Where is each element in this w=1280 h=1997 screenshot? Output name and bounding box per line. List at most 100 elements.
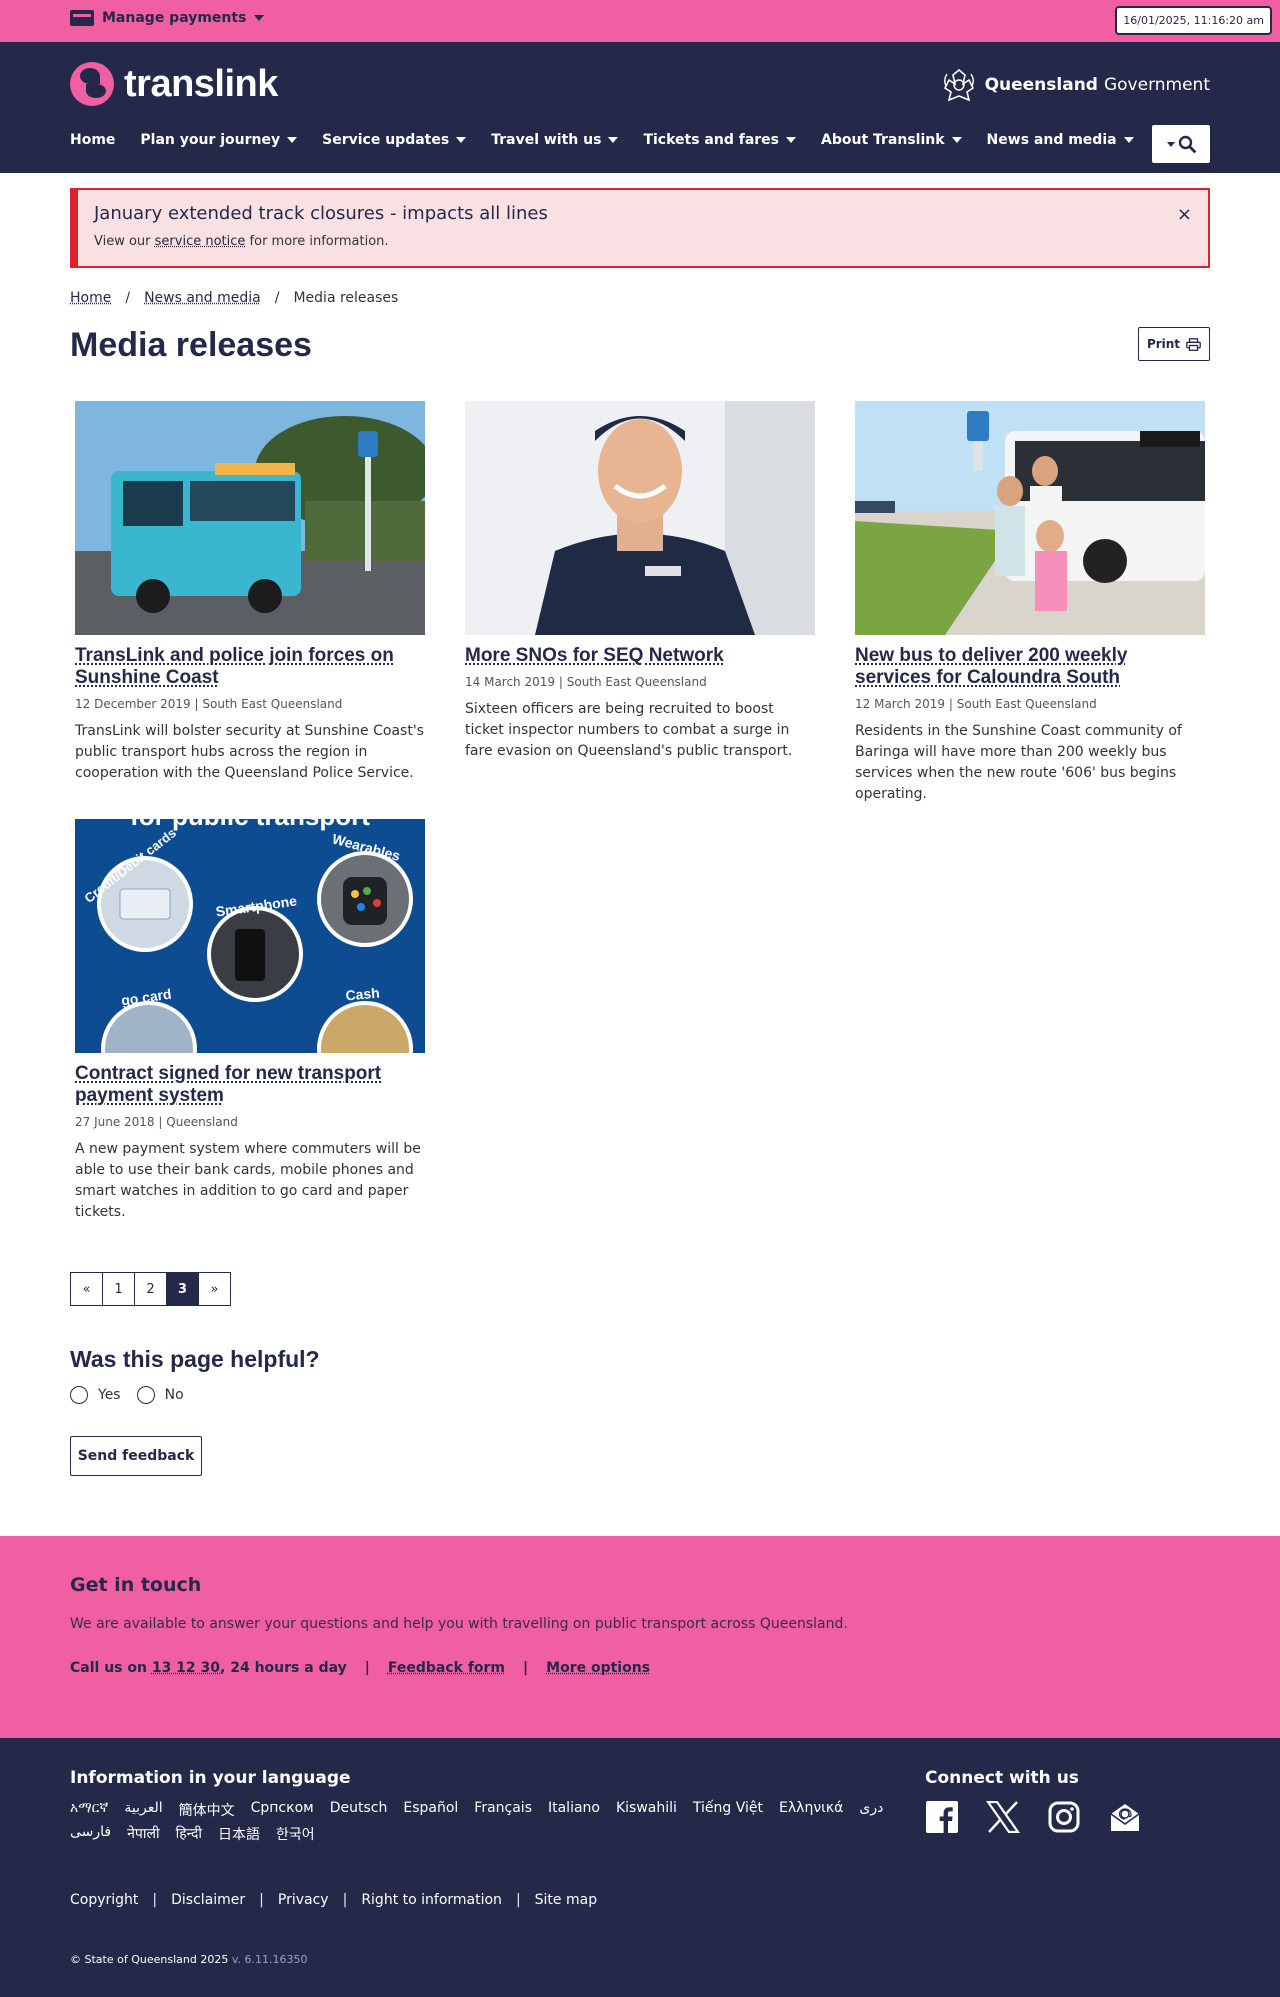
article-meta: 12 December 2019 | South East Queensland [75,697,425,711]
chevron-down-icon [608,137,619,143]
nav-service-label: Service updates [322,132,450,148]
nav-service-updates[interactable]: Service updates [322,132,467,148]
language-link-japanese[interactable]: 日本語 [218,1824,260,1844]
nav-home-label: Home [70,132,116,148]
facebook-icon[interactable] [925,1800,959,1834]
footer-link-copyright[interactable]: Copyright [70,1892,138,1908]
pagination-page-1[interactable]: 1 [102,1272,135,1306]
footer-link-right-to-information[interactable]: Right to information [361,1892,502,1908]
nav-tickets-and-fares[interactable]: Tickets and fares [643,132,796,148]
utility-bar: Manage payments 16/01/2025, 11:16:20 am [0,0,1280,42]
breadcrumb-home[interactable]: Home [70,290,111,306]
nav-home[interactable]: Home [70,132,115,148]
nav-plan-your-journey[interactable]: Plan your journey [140,132,298,148]
meta-separator: | [558,675,563,689]
call-us: Call us on 13 12 30, 24 hours a day [70,1660,347,1676]
chevron-down-icon [786,137,796,143]
chevron-down-icon [287,137,298,143]
send-feedback-button[interactable]: Send feedback [70,1436,202,1476]
article-card: New bus to deliver 200 weekly services f… [855,401,1205,805]
language-link-swahili[interactable]: Kiswahili [616,1800,677,1820]
nav-travel-with-us[interactable]: Travel with us [491,132,619,148]
no-radio[interactable] [136,1386,155,1404]
language-link-arabic[interactable]: العربية [124,1800,162,1820]
article-title-link[interactable]: Contract signed for new transport paymen… [75,1063,381,1106]
breadcrumb-current: Media releases [293,290,399,306]
manage-payments-menu[interactable]: Manage payments [70,10,265,26]
site-footer: Information in your language አማርኛ العربي… [0,1738,1280,1997]
pagination: « 1 2 3 » [70,1272,231,1306]
article-image-payment-options[interactable]: for public transport Credit/Debit cards … [75,819,425,1053]
copyright-notice: © State of Queensland 2025 v. 6.11.16350 [70,1953,307,1966]
article-title-link[interactable]: New bus to deliver 200 weekly services f… [855,645,1127,688]
meta-separator: | [948,697,953,711]
search-toggle-button[interactable] [1152,125,1210,163]
call-suffix: , 24 hours a day [220,1660,347,1676]
article-title-link[interactable]: TransLink and police join forces on Suns… [75,645,394,688]
breadcrumb-news-and-media[interactable]: News and media [144,290,261,306]
article-image-officer[interactable] [465,401,815,635]
yes-radio[interactable] [70,1386,88,1404]
queensland-government-logo[interactable]: Queensland Government [939,66,1210,104]
nav-about-translink[interactable]: About Translink [821,132,962,148]
feedback-form-link[interactable]: Feedback form [388,1660,505,1676]
article-image-bus[interactable] [75,401,425,635]
footer-link-privacy[interactable]: Privacy [278,1892,329,1908]
pagination-next[interactable]: » [198,1272,231,1306]
nav-about-label: About Translink [821,132,945,148]
translink-logo[interactable]: translink [70,62,278,106]
printer-icon [1186,337,1201,351]
article-date: 12 December 2019 [75,697,191,711]
manage-payments-label: Manage payments [102,10,247,26]
contact-separator: | [523,1660,529,1676]
nav-news-and-media[interactable]: News and media [987,132,1134,148]
article-region: Queensland [166,1115,238,1129]
more-options-link[interactable]: More options [546,1660,650,1676]
language-link-italian[interactable]: Italiano [548,1800,600,1820]
article-title[interactable]: New bus to deliver 200 weekly services f… [855,645,1205,689]
language-link-french[interactable]: Français [474,1800,532,1820]
language-link-chinese[interactable]: 簡体中文 [179,1800,235,1820]
language-link-spanish[interactable]: Español [403,1800,458,1820]
article-summary: Sixteen officers are being recruited to … [465,701,793,759]
language-link-serbian[interactable]: Српском [251,1800,314,1820]
language-link-korean[interactable]: 한국어 [276,1824,315,1844]
close-icon[interactable]: × [1177,204,1192,225]
language-link-dari[interactable]: دری [859,1800,883,1820]
article-title[interactable]: Contract signed for new transport paymen… [75,1063,425,1107]
article-date: 27 June 2018 [75,1115,155,1129]
language-link-german[interactable]: Deutsch [330,1800,388,1820]
chevron-down-icon [1166,141,1175,147]
version-text: v. 6.11.16350 [231,1953,308,1966]
service-notice-link[interactable]: service notice [155,234,246,249]
article-title[interactable]: More SNOs for SEQ Network [465,645,815,667]
pagination-page-3-current[interactable]: 3 [166,1272,199,1306]
article-meta: 12 March 2019 | South East Queensland [855,697,1205,711]
x-icon[interactable] [986,1800,1020,1834]
email-icon[interactable] [1108,1800,1142,1834]
footer-link-disclaimer[interactable]: Disclaimer [171,1892,245,1908]
language-link-amharic[interactable]: አማርኛ [70,1800,108,1820]
language-list: አማርኛ العربية 簡体中文 Српском Deutsch Españo… [70,1800,900,1844]
instagram-icon[interactable] [1047,1800,1081,1834]
pagination-prev[interactable]: « [70,1272,103,1306]
article-summary: A new payment system where commuters wil… [75,1141,421,1220]
pagination-page-2[interactable]: 2 [134,1272,167,1306]
print-button[interactable]: Print [1138,327,1210,361]
language-link-vietnamese[interactable]: Tiếng Việt [693,1800,763,1820]
breadcrumb-separator: / [125,290,131,306]
phone-link[interactable]: 13 12 30 [152,1660,220,1676]
footer-link-site-map[interactable]: Site map [535,1892,597,1908]
article-title-link[interactable]: More SNOs for SEQ Network [465,645,724,666]
language-link-nepali[interactable]: नेपाली [127,1824,159,1844]
contact-options: Call us on 13 12 30, 24 hours a day | Fe… [70,1660,650,1676]
language-link-farsi[interactable]: فارسی [70,1824,111,1844]
article-image-family-bus[interactable] [855,401,1205,635]
crest-icon [943,68,974,102]
language-link-greek[interactable]: Ελληνικά [779,1800,843,1820]
main-nav: Home Plan your journey Service updates T… [70,132,1159,148]
language-link-hindi[interactable]: हिन्दी [176,1824,202,1844]
article-title[interactable]: TransLink and police join forces on Suns… [75,645,425,689]
get-in-touch-text: We are available to answer your question… [70,1616,848,1632]
meta-separator: | [194,697,199,711]
